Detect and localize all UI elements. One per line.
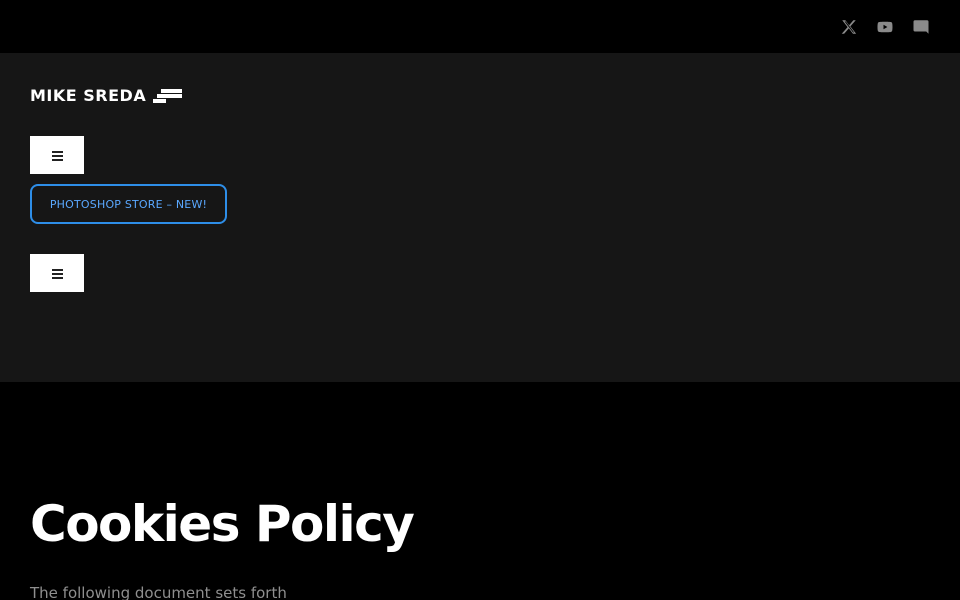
x-twitter-icon[interactable] xyxy=(840,18,858,36)
main-content: Cookies Policy The following document se… xyxy=(0,382,960,600)
secondary-menu-toggle-button[interactable] xyxy=(30,254,84,292)
top-bar xyxy=(0,0,960,53)
social-links xyxy=(840,18,930,36)
page-title: Cookies Policy xyxy=(30,495,415,553)
site-logo[interactable]: MIKE SREDA xyxy=(30,86,183,105)
photoshop-store-button[interactable]: PHOTOSHOP STORE – NEW! xyxy=(30,184,227,224)
site-header: MIKE SREDA PHOTOSHOP STORE – NEW! xyxy=(0,53,960,382)
hamburger-icon xyxy=(51,268,63,279)
logo-mark-icon xyxy=(153,89,183,103)
logo-text: MIKE SREDA xyxy=(30,86,147,105)
menu-toggle-button[interactable] xyxy=(30,136,84,174)
discord-icon[interactable] xyxy=(912,18,930,36)
hamburger-icon xyxy=(51,150,63,161)
intro-text: The following document sets forth xyxy=(30,584,287,600)
youtube-icon[interactable] xyxy=(876,18,894,36)
